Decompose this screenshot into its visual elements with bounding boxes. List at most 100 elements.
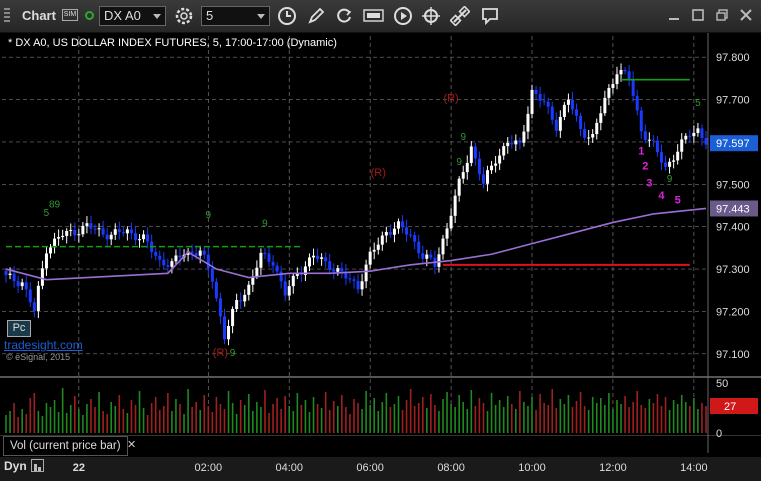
dynamic-mode-label[interactable]: Dyn <box>4 459 27 473</box>
candle-body <box>538 93 542 101</box>
candle-body <box>405 227 409 235</box>
candle-body <box>271 261 275 266</box>
pc-button[interactable]: Pc <box>7 320 31 337</box>
symbol-input[interactable]: DX A0 <box>99 6 166 26</box>
chevron-down-icon[interactable] <box>153 14 161 19</box>
candle-body <box>40 268 44 286</box>
candle-body <box>518 140 522 143</box>
candle-body <box>336 268 340 272</box>
crosshair-icon[interactable] <box>421 6 441 26</box>
sim-badge[interactable]: SIM <box>62 9 78 21</box>
candle-body <box>498 155 502 164</box>
volume-panel-label[interactable]: Vol (current price bar) <box>3 436 128 456</box>
play-icon[interactable] <box>393 6 413 26</box>
candle-body <box>222 316 226 340</box>
maximize-icon[interactable] <box>691 8 705 22</box>
candle-body <box>69 230 73 232</box>
candle-body <box>8 273 12 275</box>
candle-body <box>158 255 162 260</box>
watermark-link[interactable]: tradesight.com <box>4 338 83 352</box>
candle-body <box>542 100 546 102</box>
candle-body <box>409 234 413 236</box>
candle-body <box>486 170 490 184</box>
candle-body <box>93 228 97 230</box>
candle-body <box>603 97 607 114</box>
x-tick-label: 22 <box>73 462 85 474</box>
candle-body <box>227 326 231 340</box>
candle-body <box>97 228 101 230</box>
clock-icon[interactable] <box>277 6 297 26</box>
ma-value-badge-text: 97.443 <box>716 203 750 215</box>
candle-body <box>599 113 603 123</box>
candle-body <box>494 163 498 166</box>
candle-body <box>121 232 125 234</box>
candle-body <box>81 225 85 235</box>
candle-body <box>417 241 421 254</box>
candle-body <box>77 234 81 236</box>
candle-body <box>514 140 518 145</box>
x-tick-label: 02:00 <box>195 462 223 474</box>
candle-body <box>376 244 380 250</box>
candle-body <box>348 278 352 280</box>
r-marker: (R) <box>443 93 458 105</box>
setup-label: 9 <box>667 174 673 185</box>
candle-body <box>247 284 251 295</box>
candle-body <box>49 247 53 254</box>
candle-body <box>239 300 243 302</box>
candle-body <box>279 271 283 282</box>
chevron-down-icon[interactable] <box>257 14 265 19</box>
candle-body <box>28 289 32 303</box>
candle-body <box>360 281 364 290</box>
get-quote-icon[interactable] <box>363 6 384 26</box>
candle-body <box>198 250 202 256</box>
close-icon[interactable]: ✕ <box>127 438 136 451</box>
chart-toolbar: Chart SIM DX A0 5 <box>0 0 761 33</box>
candle-body <box>607 87 611 98</box>
candle-body <box>554 119 558 131</box>
restore-icon[interactable] <box>715 8 729 22</box>
candle-body <box>194 253 198 256</box>
candle-body <box>583 128 587 138</box>
candle-body <box>534 89 538 94</box>
candle-body <box>672 160 676 162</box>
candle-body <box>651 139 655 141</box>
comment-icon[interactable] <box>480 6 500 26</box>
candle-body <box>522 131 526 143</box>
gear-icon[interactable] <box>174 6 194 26</box>
candle-body <box>57 237 61 239</box>
y-tick-label: 97.700 <box>716 95 750 107</box>
candle-body <box>202 250 206 255</box>
candle-body <box>461 172 465 179</box>
candle-body <box>473 146 477 159</box>
interval-input[interactable]: 5 <box>201 6 270 26</box>
count-label: 4 <box>658 190 665 202</box>
candle-body <box>44 253 48 269</box>
price-chart[interactable]: 97.80097.70097.60097.50097.40097.30097.2… <box>0 33 761 481</box>
link-icon[interactable] <box>449 5 471 27</box>
candle-body <box>12 273 16 282</box>
refresh-icon[interactable] <box>334 6 354 26</box>
candle-body <box>32 302 36 311</box>
candle-body <box>320 257 324 259</box>
setup-label: 9 <box>456 157 462 168</box>
candle-body <box>380 235 384 245</box>
candle-body <box>692 132 696 137</box>
candle-body <box>526 113 530 132</box>
candle-body <box>587 137 591 139</box>
candle-body <box>643 131 647 140</box>
pencil-icon[interactable] <box>306 6 326 26</box>
candle-body <box>502 146 506 156</box>
candle-body <box>700 128 704 139</box>
candle-body <box>481 174 485 184</box>
candle-body <box>117 229 121 233</box>
minimize-icon[interactable] <box>667 8 681 22</box>
candle-body <box>384 232 388 236</box>
candle-body <box>449 215 453 229</box>
layout-icon[interactable] <box>31 459 44 472</box>
volume-current-text: 27 <box>724 401 736 413</box>
close-icon[interactable] <box>739 8 753 22</box>
drag-grip-icon[interactable] <box>2 6 12 26</box>
candle-body <box>421 253 425 259</box>
panel-divider <box>0 376 761 378</box>
candle-body <box>506 142 510 147</box>
